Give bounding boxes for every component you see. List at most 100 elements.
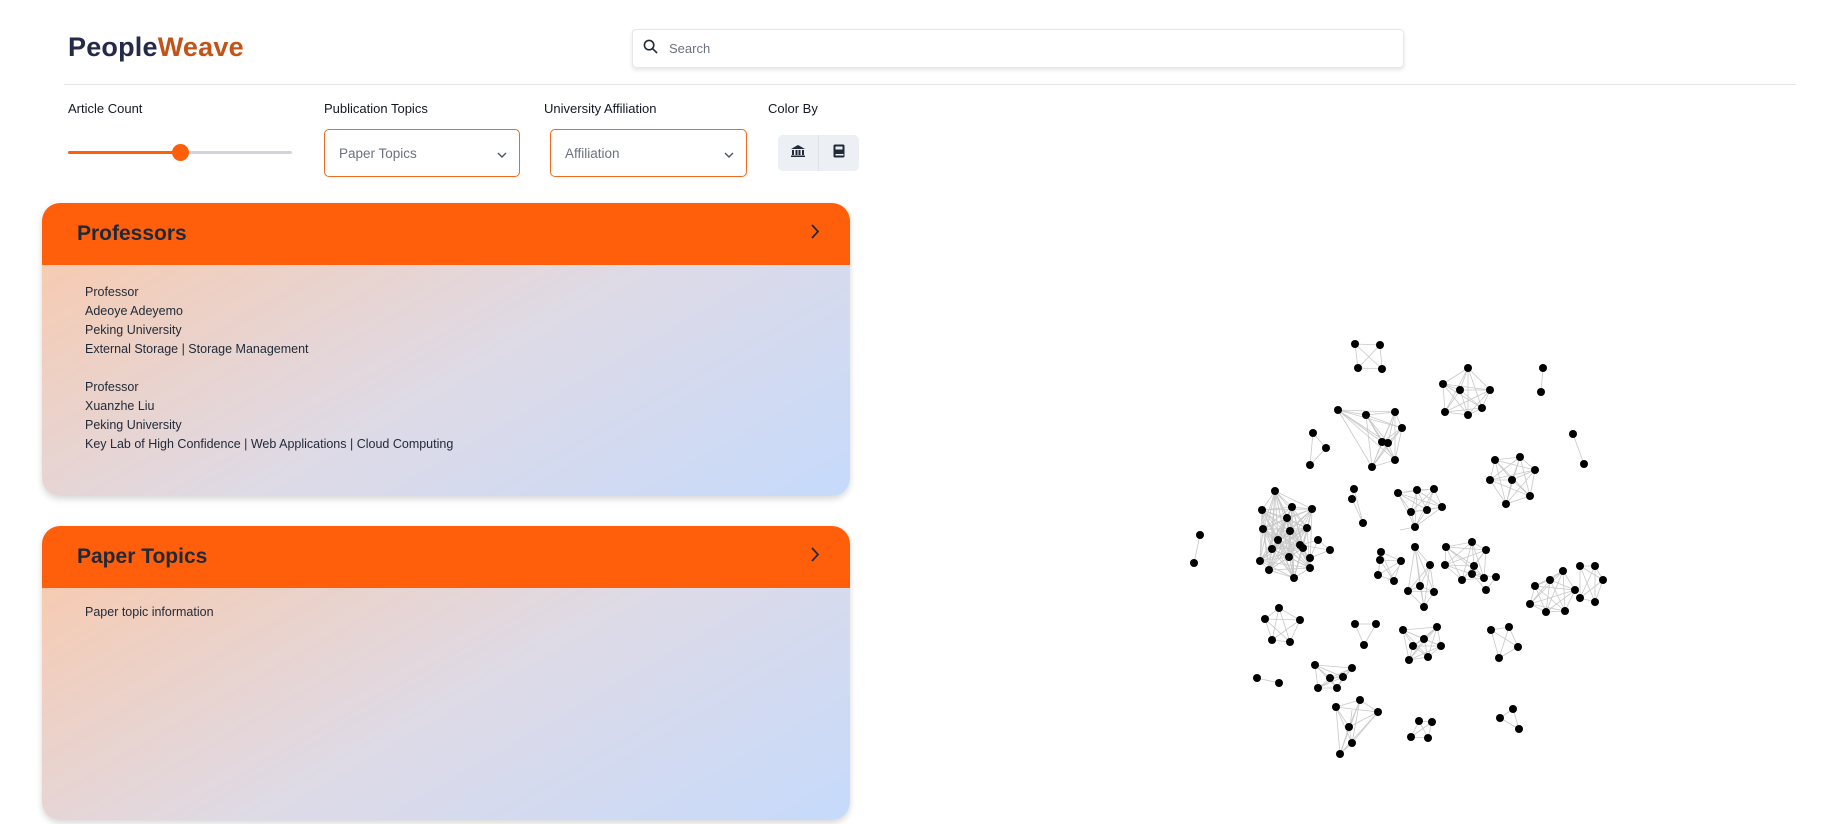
graph-node[interactable] — [1333, 684, 1341, 692]
graph-node[interactable] — [1303, 524, 1311, 532]
graph-node[interactable] — [1430, 588, 1438, 596]
graph-node[interactable] — [1505, 623, 1513, 631]
graph-node[interactable] — [1268, 636, 1276, 644]
color-by-topic-button[interactable] — [818, 135, 859, 171]
graph-node[interactable] — [1256, 557, 1264, 565]
graph-node[interactable] — [1372, 620, 1380, 628]
graph-node[interactable] — [1351, 340, 1359, 348]
graph-node[interactable] — [1439, 380, 1447, 388]
graph-node[interactable] — [1339, 673, 1347, 681]
professor-entry[interactable]: Professor Xuanzhe Liu Peking University … — [85, 378, 807, 454]
graph-node[interactable] — [1456, 386, 1464, 394]
graph-node[interactable] — [1378, 365, 1386, 373]
graph-node[interactable] — [1285, 553, 1293, 561]
graph-node[interactable] — [1468, 538, 1476, 546]
graph-node[interactable] — [1580, 460, 1588, 468]
graph-node[interactable] — [1394, 489, 1402, 497]
graph-node[interactable] — [1416, 582, 1424, 590]
graph-node[interactable] — [1399, 626, 1407, 634]
graph-node[interactable] — [1470, 562, 1478, 570]
graph-node[interactable] — [1360, 641, 1368, 649]
graph-node[interactable] — [1259, 525, 1267, 533]
graph-node[interactable] — [1502, 500, 1510, 508]
professors-card-header[interactable]: Professors — [42, 203, 850, 265]
graph-node[interactable] — [1515, 725, 1523, 733]
graph-node[interactable] — [1348, 664, 1356, 672]
graph-node[interactable] — [1351, 620, 1359, 628]
graph-node[interactable] — [1398, 424, 1406, 432]
graph-node[interactable] — [1265, 566, 1273, 574]
graph-node[interactable] — [1516, 453, 1524, 461]
graph-node[interactable] — [1384, 439, 1392, 447]
graph-node[interactable] — [1368, 463, 1376, 471]
graph-node[interactable] — [1288, 503, 1296, 511]
graph-node[interactable] — [1350, 485, 1358, 493]
graph-node[interactable] — [1441, 408, 1449, 416]
graph-node[interactable] — [1306, 554, 1314, 562]
graph-node[interactable] — [1482, 586, 1490, 594]
graph-node[interactable] — [1430, 485, 1438, 493]
graph-node[interactable] — [1542, 608, 1550, 616]
paper-topics-card-header[interactable]: Paper Topics — [42, 526, 850, 588]
graph-node[interactable] — [1253, 674, 1261, 682]
graph-node[interactable] — [1546, 576, 1554, 584]
graph-node[interactable] — [1426, 561, 1434, 569]
graph-node[interactable] — [1486, 476, 1494, 484]
graph-node[interactable] — [1296, 541, 1304, 549]
graph-node[interactable] — [1283, 514, 1291, 522]
graph-node[interactable] — [1420, 603, 1428, 611]
graph-node[interactable] — [1495, 654, 1503, 662]
graph-node[interactable] — [1423, 506, 1431, 514]
graph-node[interactable] — [1376, 341, 1384, 349]
graph-node[interactable] — [1559, 567, 1567, 575]
graph-node[interactable] — [1411, 543, 1419, 551]
graph-node[interactable] — [1336, 750, 1344, 758]
graph-node[interactable] — [1377, 548, 1385, 556]
graph-node[interactable] — [1424, 734, 1432, 742]
graph-node[interactable] — [1526, 492, 1534, 500]
graph-node[interactable] — [1591, 562, 1599, 570]
graph-node[interactable] — [1437, 642, 1445, 650]
graph-node[interactable] — [1322, 444, 1330, 452]
network-graph[interactable] — [1180, 320, 1640, 780]
graph-node[interactable] — [1464, 411, 1472, 419]
graph-node[interactable] — [1326, 546, 1334, 554]
graph-node[interactable] — [1345, 723, 1353, 731]
graph-node[interactable] — [1271, 487, 1279, 495]
graph-node[interactable] — [1487, 626, 1495, 634]
graph-node[interactable] — [1296, 616, 1304, 624]
graph-node[interactable] — [1442, 543, 1450, 551]
professor-entry[interactable]: Professor Adeoye Adeyemo Peking Universi… — [85, 283, 807, 359]
graph-node[interactable] — [1496, 714, 1504, 722]
graph-node[interactable] — [1464, 364, 1472, 372]
graph-node[interactable] — [1424, 653, 1432, 661]
graph-node[interactable] — [1407, 508, 1415, 516]
graph-node[interactable] — [1407, 733, 1415, 741]
graph-node[interactable] — [1491, 456, 1499, 464]
graph-node[interactable] — [1374, 708, 1382, 716]
graph-node[interactable] — [1274, 536, 1282, 544]
graph-node[interactable] — [1591, 598, 1599, 606]
graph-node[interactable] — [1286, 527, 1294, 535]
graph-node[interactable] — [1391, 408, 1399, 416]
chevron-right-icon[interactable] — [810, 546, 820, 568]
graph-node[interactable] — [1190, 559, 1198, 567]
graph-node[interactable] — [1376, 556, 1384, 564]
graph-node[interactable] — [1561, 607, 1569, 615]
graph-node[interactable] — [1258, 506, 1266, 514]
graph-node[interactable] — [1569, 430, 1577, 438]
graph-node[interactable] — [1441, 561, 1449, 569]
graph-node[interactable] — [1478, 404, 1486, 412]
graph-node[interactable] — [1311, 661, 1319, 669]
graph-node[interactable] — [1413, 486, 1421, 494]
graph-node[interactable] — [1390, 577, 1398, 585]
graph-node[interactable] — [1409, 642, 1417, 650]
graph-node[interactable] — [1531, 582, 1539, 590]
graph-node[interactable] — [1397, 557, 1405, 565]
graph-node[interactable] — [1354, 364, 1362, 372]
graph-node[interactable] — [1458, 576, 1466, 584]
graph-node[interactable] — [1356, 696, 1364, 704]
graph-node[interactable] — [1404, 587, 1412, 595]
graph-node[interactable] — [1306, 564, 1314, 572]
graph-node[interactable] — [1290, 574, 1298, 582]
